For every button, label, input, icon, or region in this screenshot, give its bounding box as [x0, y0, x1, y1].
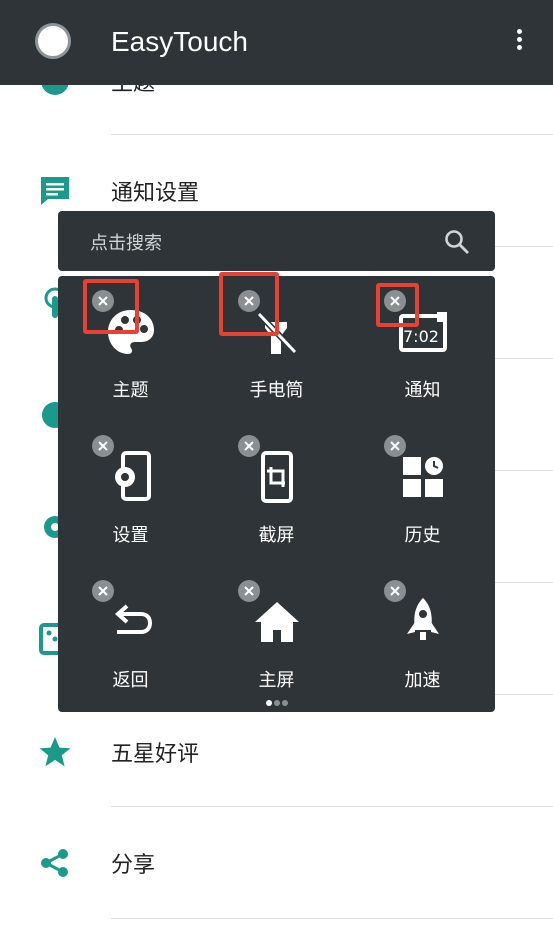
- tile-label: 设置: [112, 525, 149, 546]
- share-icon: [41, 849, 68, 877]
- search-placeholder: 点击搜索: [90, 233, 162, 254]
- tile-label: 截屏: [258, 525, 295, 546]
- star-icon: [39, 737, 71, 767]
- page-dot: [281, 700, 288, 706]
- recent-apps-icon: [402, 457, 443, 497]
- tile-label: 加速: [404, 670, 441, 691]
- menu-item-label: 分享: [111, 853, 156, 878]
- notification-time-text: 7:02: [403, 327, 439, 346]
- highlight-box: [376, 283, 419, 327]
- tile-label: 手电筒: [249, 380, 304, 401]
- tile-notification[interactable]: 7:02 通知: [350, 276, 495, 421]
- menu-item-label: 五星好评: [111, 742, 200, 767]
- tile-boost[interactable]: 加速: [350, 566, 495, 711]
- page-dot: [273, 700, 280, 706]
- page-dot: [265, 700, 272, 706]
- menu-item-label: 通知设置: [111, 181, 200, 206]
- home-icon: [254, 602, 299, 642]
- back-arrow-icon: [114, 604, 152, 634]
- phone-crop-icon: [260, 451, 293, 503]
- search-icon[interactable]: [444, 229, 470, 255]
- quick-actions-panel: 主题 手电筒 7:02 通知 设置 截屏 历史 返回 主屏 加速: [58, 276, 495, 712]
- menu-item-rate[interactable]: 五星好评: [0, 696, 553, 808]
- message-icon: [41, 177, 69, 205]
- menu-item-share[interactable]: 分享: [0, 807, 553, 919]
- page-indicator: [58, 700, 495, 706]
- tile-label: 历史: [404, 525, 441, 546]
- rocket-icon: [406, 598, 439, 640]
- tile-home[interactable]: 主屏: [204, 566, 349, 711]
- tile-back[interactable]: 返回: [58, 566, 203, 711]
- tile-settings[interactable]: 设置: [58, 421, 203, 566]
- tile-label: 通知: [404, 380, 441, 401]
- tile-history[interactable]: 历史: [350, 421, 495, 566]
- popup-search-bar[interactable]: 点击搜索: [58, 211, 495, 271]
- phone-settings-icon: [114, 451, 151, 501]
- tile-screenshot[interactable]: 截屏: [204, 421, 349, 566]
- more-options-icon[interactable]: [505, 26, 533, 58]
- app-title: EasyTouch: [111, 26, 248, 57]
- highlight-box: [83, 279, 139, 334]
- highlight-box: [219, 272, 279, 336]
- app-logo-icon: [35, 23, 71, 59]
- tile-label: 主题: [112, 380, 149, 401]
- divider: [111, 918, 553, 919]
- tile-label: 主屏: [258, 670, 295, 691]
- app-bar: EasyTouch: [0, 0, 553, 85]
- tile-label: 返回: [112, 670, 149, 691]
